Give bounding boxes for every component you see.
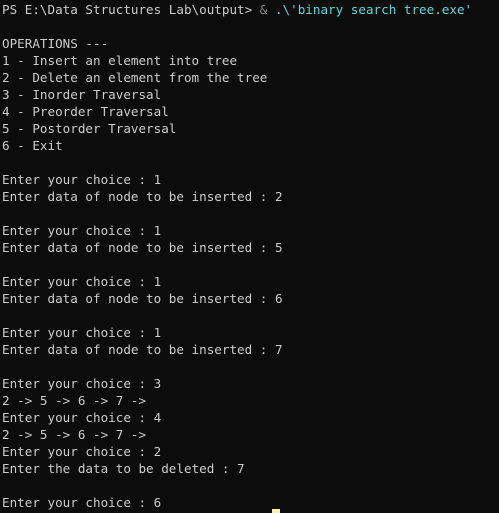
- menu-item: 1 - Insert an element into tree: [2, 53, 238, 68]
- output-line: Enter your choice : 3: [2, 376, 162, 391]
- output-line: Enter your choice : 1: [2, 172, 162, 187]
- menu-item: 2 - Delete an element from the tree: [2, 70, 268, 85]
- executable-path: .\'binary search tree.exe': [274, 2, 473, 17]
- output-line: Enter data of node to be inserted : 5: [2, 240, 283, 255]
- menu-item: 3 - Inorder Traversal: [2, 87, 162, 102]
- traversal-output: 2 -> 5 -> 6 -> 7 ->: [2, 427, 147, 442]
- terminal-window[interactable]: PS E:\Data Structures Lab\output> & .\'b…: [0, 0, 499, 513]
- output-line: Enter the data to be deleted : 7: [2, 461, 245, 476]
- output-line: Enter your choice : 6: [2, 495, 162, 510]
- text-cursor: [272, 509, 280, 513]
- output-line: Enter your choice : 4: [2, 410, 162, 425]
- menu-item: 4 - Preorder Traversal: [2, 104, 169, 119]
- call-operator: &: [259, 2, 275, 17]
- output-line: Enter data of node to be inserted : 6: [2, 291, 283, 306]
- output-line: Enter your choice : 1: [2, 325, 162, 340]
- menu-title: OPERATIONS ---: [2, 36, 109, 51]
- prompt-line: PS E:\Data Structures Lab\output> & .\'b…: [2, 1, 499, 18]
- output-line: Enter your choice : 2: [2, 444, 162, 459]
- menu-item: 5 - Postorder Traversal: [2, 121, 177, 136]
- output-line: Enter data of node to be inserted : 7: [2, 342, 283, 357]
- output-line: Enter your choice : 1: [2, 223, 162, 238]
- output-line: Enter data of node to be inserted : 2: [2, 189, 283, 204]
- output-line: Enter your choice : 1: [2, 274, 162, 289]
- prompt-text: PS E:\Data Structures Lab\output>: [2, 2, 260, 17]
- menu-item: 6 - Exit: [2, 138, 63, 153]
- traversal-output: 2 -> 5 -> 6 -> 7 ->: [2, 393, 147, 408]
